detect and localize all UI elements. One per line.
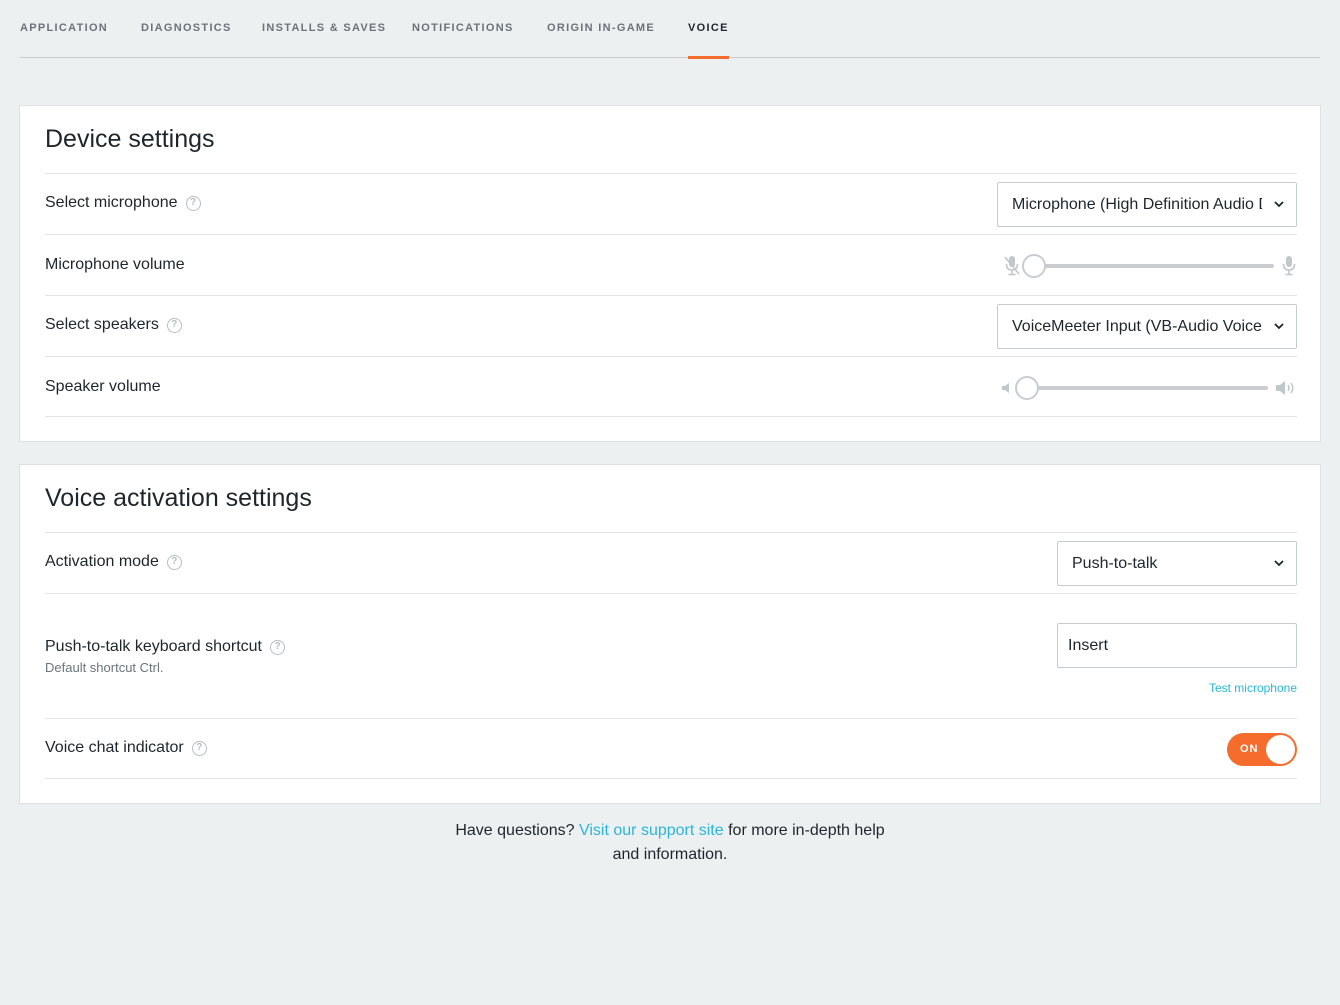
toggle-knob — [1266, 735, 1295, 764]
microphone-volume-track — [1024, 264, 1274, 268]
microphone-volume-slider[interactable] — [1004, 251, 1297, 281]
speakers-select-value: VoiceMeeter Input (VB-Audio VoiceMeeter … — [1012, 318, 1296, 335]
voice-activation-panel: Voice activation settings Activation mod… — [19, 464, 1321, 804]
voice-chat-indicator-row: Voice chat indicator ? ON — [45, 718, 1297, 779]
microphone-icon — [1282, 256, 1296, 276]
help-icon[interactable]: ? — [185, 195, 201, 211]
help-icon[interactable]: ? — [191, 740, 207, 756]
microphone-volume-label: Microphone volume — [45, 256, 185, 273]
microphone-volume-row: Microphone volume — [45, 234, 1297, 295]
select-speakers-row: Select speakers ? VoiceMeeter Input (VB-… — [45, 295, 1297, 356]
microphone-select[interactable]: Microphone (High Definition Audio Device… — [997, 182, 1297, 227]
support-footer: Have questions? Visit our support site f… — [440, 819, 900, 867]
footer-prefix: Have questions? — [455, 822, 575, 839]
speaker-volume-label: Speaker volume — [45, 378, 161, 395]
select-microphone-label: Select microphone — [45, 194, 178, 211]
device-settings-panel: Device settings Select microphone ? Micr… — [19, 105, 1321, 442]
test-microphone-link[interactable]: Test microphone — [1209, 681, 1297, 695]
activation-mode-label: Activation mode — [45, 553, 159, 570]
tab-notifications[interactable]: NOTIFICATIONS — [412, 22, 514, 58]
select-microphone-row: Select microphone ? Microphone (High Def… — [45, 173, 1297, 234]
speaker-volume-handle[interactable] — [1015, 376, 1039, 400]
ptt-shortcut-input[interactable]: Insert — [1057, 623, 1297, 668]
microphone-select-value: Microphone (High Definition Audio Device… — [1012, 196, 1297, 213]
microphone-muted-icon — [1004, 256, 1020, 276]
select-speakers-label: Select speakers — [45, 316, 159, 333]
help-icon[interactable]: ? — [166, 317, 182, 333]
help-icon[interactable]: ? — [270, 639, 285, 655]
tab-diagnostics[interactable]: DIAGNOSTICS — [141, 22, 232, 58]
tab-voice[interactable]: VOICE — [688, 22, 729, 59]
chevron-down-icon — [1274, 560, 1284, 567]
tab-application[interactable]: APPLICATION — [20, 22, 108, 58]
settings-tab-bar: APPLICATION DIAGNOSTICS INSTALLS & SAVES… — [20, 0, 1320, 59]
voice-activation-title: Voice activation settings — [45, 484, 312, 512]
activation-mode-row: Activation mode ? Push-to-talk — [45, 532, 1297, 593]
ptt-shortcut-row: Push-to-talk keyboard shortcut ? Default… — [45, 593, 1297, 718]
device-settings-title: Device settings — [45, 125, 215, 153]
tab-origin-in-game[interactable]: ORIGIN IN-GAME — [547, 22, 655, 58]
toggle-state-label: ON — [1240, 743, 1259, 755]
ptt-shortcut-label: Push-to-talk keyboard shortcut — [45, 638, 262, 655]
ptt-shortcut-sublabel: Default shortcut Ctrl. — [45, 660, 164, 675]
support-site-link[interactable]: Visit our support site — [579, 822, 724, 839]
microphone-volume-handle[interactable] — [1022, 254, 1046, 278]
help-icon[interactable]: ? — [166, 554, 182, 570]
tab-installs-saves[interactable]: INSTALLS & SAVES — [262, 22, 386, 58]
voice-chat-indicator-toggle[interactable]: ON — [1227, 733, 1297, 766]
speakers-select[interactable]: VoiceMeeter Input (VB-Audio VoiceMeeter … — [997, 304, 1297, 349]
voice-chat-indicator-label: Voice chat indicator — [45, 739, 184, 756]
speaker-high-icon — [1276, 381, 1294, 395]
chevron-down-icon — [1274, 323, 1284, 330]
activation-mode-value: Push-to-talk — [1072, 555, 1158, 572]
speaker-volume-track — [1017, 386, 1268, 390]
chevron-down-icon — [1274, 201, 1284, 208]
activation-mode-select[interactable]: Push-to-talk — [1057, 541, 1297, 586]
speaker-volume-slider[interactable] — [1001, 373, 1297, 403]
speaker-volume-row: Speaker volume — [45, 356, 1297, 417]
speaker-low-icon — [1002, 383, 1009, 393]
